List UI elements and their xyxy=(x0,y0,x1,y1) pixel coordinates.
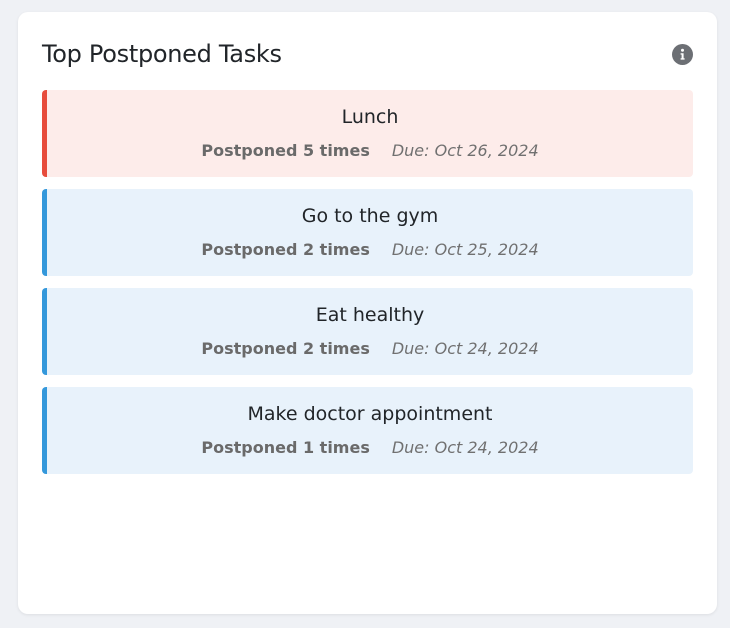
postponed-count: Postponed 5 times xyxy=(201,141,370,160)
postponed-count: Postponed 2 times xyxy=(201,240,370,259)
task-meta: Postponed 2 times Due: Oct 25, 2024 xyxy=(47,240,693,260)
due-date: Due: Oct 24, 2024 xyxy=(391,438,539,457)
task-name: Eat healthy xyxy=(315,304,425,326)
info-icon[interactable] xyxy=(672,44,693,65)
task-meta: Postponed 2 times Due: Oct 24, 2024 xyxy=(47,339,693,359)
due-date: Due: Oct 24, 2024 xyxy=(391,339,539,358)
task-name: Go to the gym xyxy=(301,205,439,227)
postponed-count: Postponed 1 times xyxy=(201,438,370,457)
task-item[interactable]: Lunch Postponed 5 times Due: Oct 26, 2024 xyxy=(42,90,693,177)
postponed-count: Postponed 2 times xyxy=(201,339,370,358)
task-item[interactable]: Make doctor appointment Postponed 1 time… xyxy=(42,387,693,474)
due-date: Due: Oct 26, 2024 xyxy=(391,141,539,160)
task-name: Make doctor appointment xyxy=(247,403,493,425)
card-title: Top Postponed Tasks xyxy=(42,40,282,68)
task-list: Lunch Postponed 5 times Due: Oct 26, 2024… xyxy=(42,90,693,486)
task-item[interactable]: Go to the gym Postponed 2 times Due: Oct … xyxy=(42,189,693,276)
task-meta: Postponed 1 times Due: Oct 24, 2024 xyxy=(47,438,693,458)
due-date: Due: Oct 25, 2024 xyxy=(391,240,539,259)
task-meta: Postponed 5 times Due: Oct 26, 2024 xyxy=(47,141,693,161)
task-item[interactable]: Eat healthy Postponed 2 times Due: Oct 24… xyxy=(42,288,693,375)
top-postponed-tasks-card: Top Postponed Tasks Lunch Postponed 5 ti… xyxy=(18,12,717,614)
task-name: Lunch xyxy=(341,106,399,128)
